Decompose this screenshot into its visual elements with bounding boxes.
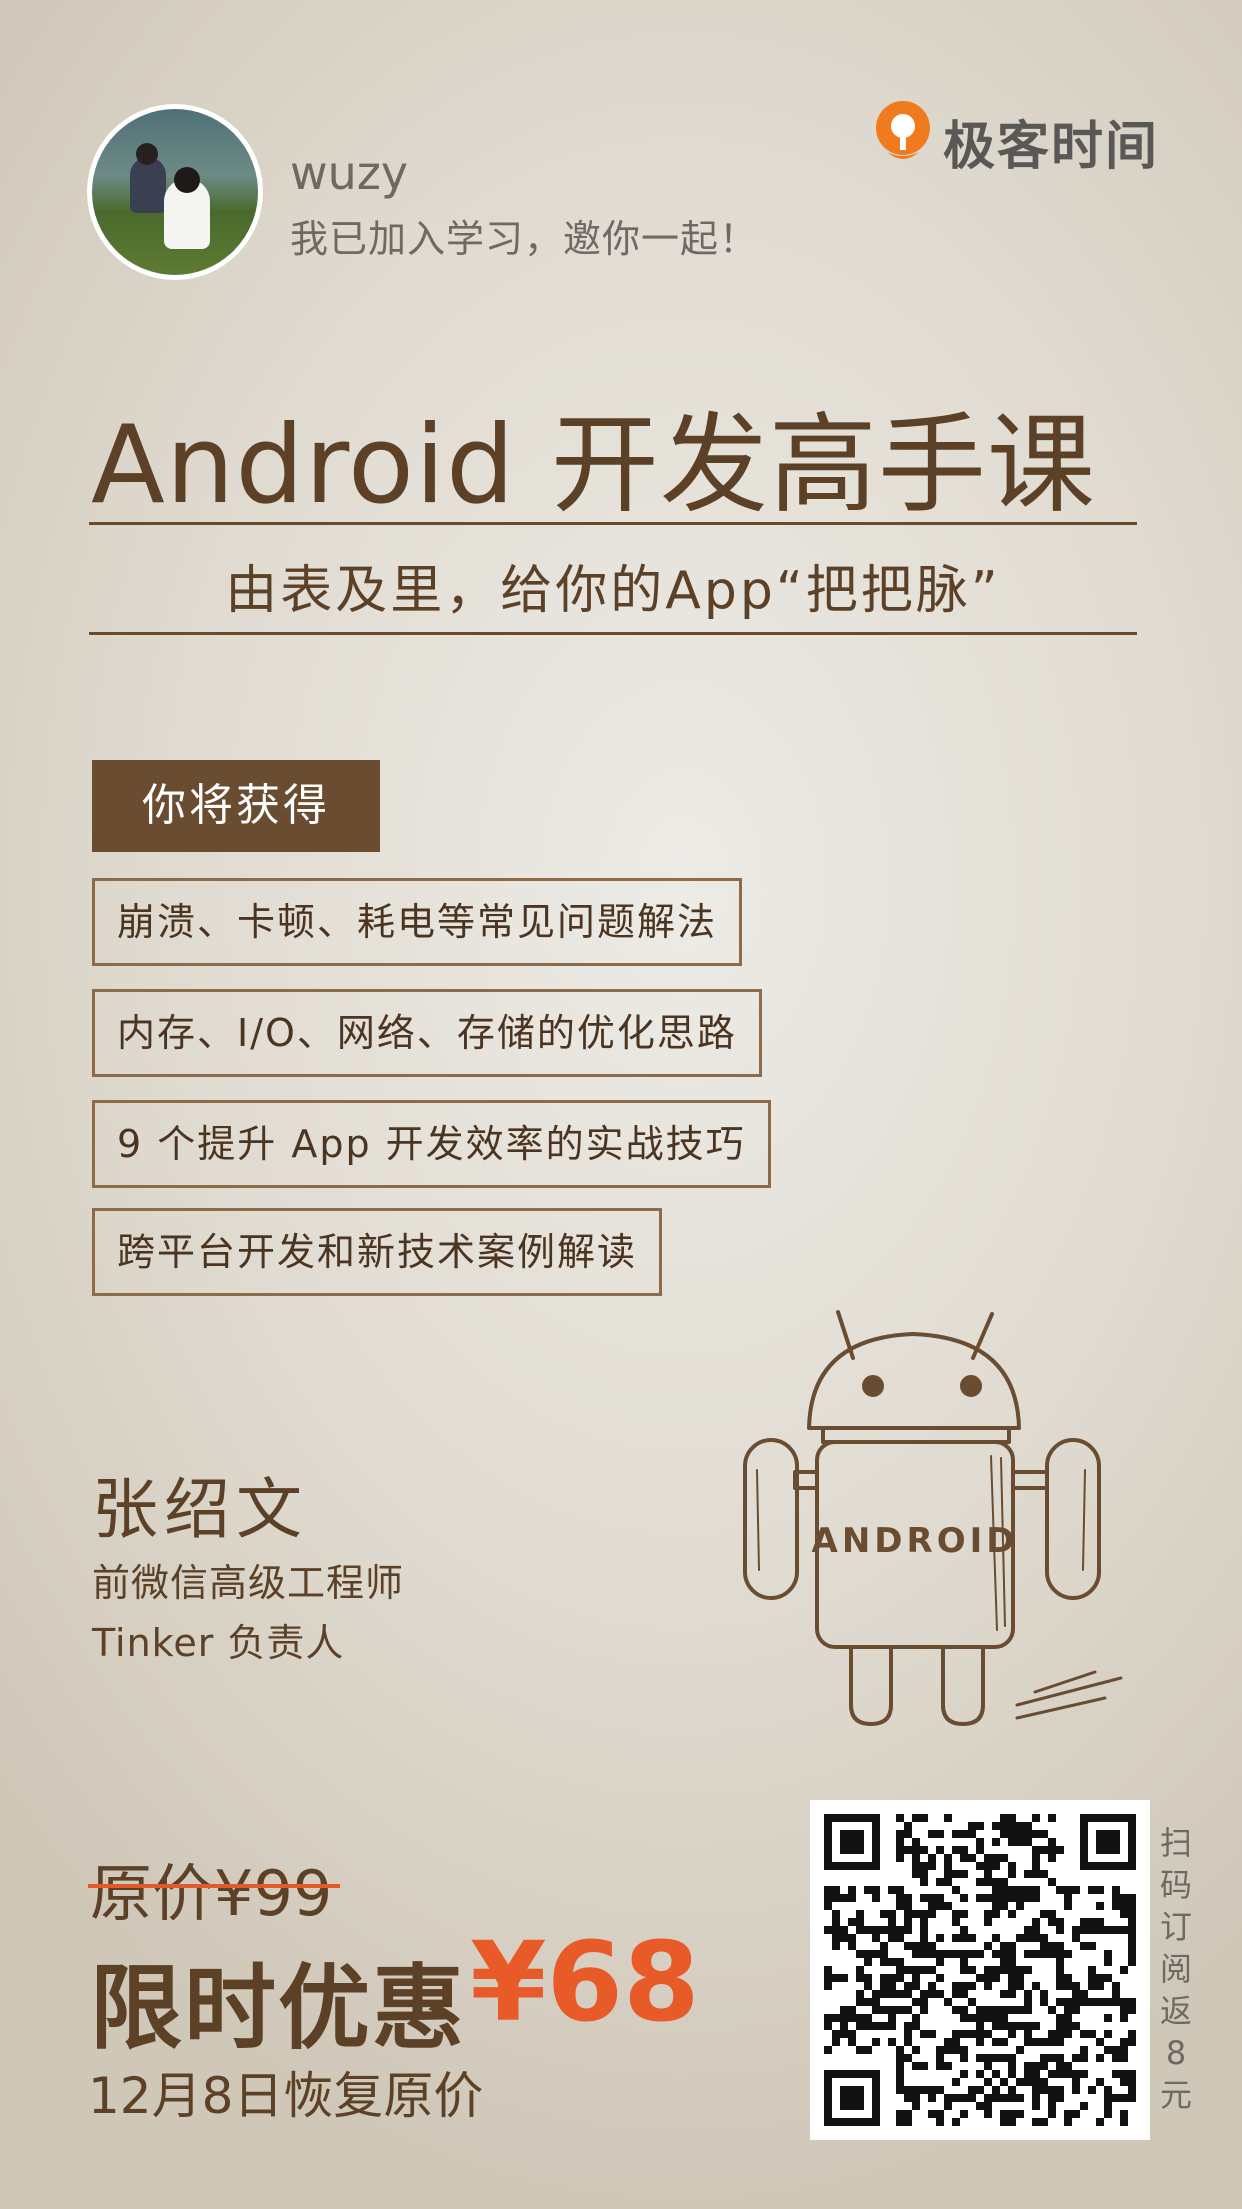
gains-label: 你将获得 <box>92 760 380 852</box>
avatar-person-1 <box>130 157 166 213</box>
teacher-role: Tinker 负责人 <box>92 1621 345 1665</box>
avatar-head-2 <box>174 167 200 193</box>
robot-text: ANDROID <box>812 1521 1019 1561</box>
qr-caption-char: 扫 <box>1159 1824 1192 1862</box>
gain-item: 内存、I/O、网络、存储的优化思路 <box>92 989 762 1077</box>
original-price-strike <box>88 1884 340 1888</box>
geektime-logo-icon <box>876 101 930 159</box>
title-divider-top <box>89 522 1137 525</box>
invite-text: 我已加入学习，邀你一起！ <box>290 217 759 261</box>
qr-code[interactable] <box>810 1800 1150 2140</box>
course-subtitle: 由表及里，给你的App“把把脉” <box>225 561 1001 621</box>
gain-item: 9 个提升 App 开发效率的实战技巧 <box>92 1100 771 1188</box>
title-divider-bottom <box>89 632 1137 635</box>
qr-code-graphic <box>824 1814 1136 2126</box>
course-title: Android 开发高手课 <box>91 403 1096 528</box>
gain-item: 崩溃、卡顿、耗电等常见问题解法 <box>92 878 743 966</box>
teacher-name: 张绍文 <box>92 1471 308 1548</box>
original-price: 原价¥99 <box>90 1857 333 1930</box>
qr-caption-char: 阅 <box>1159 1950 1192 1988</box>
qr-caption-char: 返 <box>1159 1992 1192 2030</box>
promo-label: 限时优惠 <box>90 1955 467 2062</box>
restore-note: 12月8日恢复原价 <box>88 2067 484 2125</box>
qr-caption: 扫 码 订 阅 返 8 元 <box>1158 1822 1194 2116</box>
qr-caption-char: 订 <box>1159 1908 1192 1946</box>
avatar-head-1 <box>136 143 158 165</box>
qr-caption-char: 码 <box>1159 1866 1192 1904</box>
android-robot-illustration: ANDROID <box>743 1310 1123 1726</box>
qr-caption-char: 8 <box>1165 2034 1187 2072</box>
teacher-title: 前微信高级工程师 <box>92 1561 405 1605</box>
username: wuzy <box>290 146 409 200</box>
gain-item: 跨平台开发和新技术案例解读 <box>92 1208 663 1296</box>
qr-caption-char: 元 <box>1159 2076 1192 2114</box>
promo-price: ¥68 <box>470 1918 700 2046</box>
brand-name: 极客时间 <box>943 117 1160 177</box>
avatar[interactable] <box>87 104 263 280</box>
